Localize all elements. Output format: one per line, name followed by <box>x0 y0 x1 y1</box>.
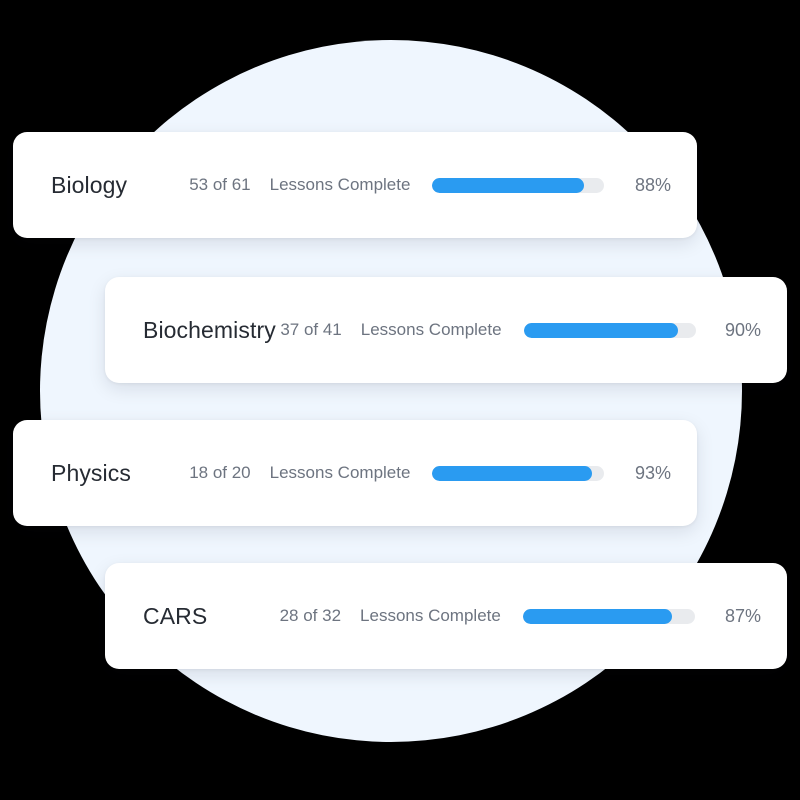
lessons-count: 28 of 32 <box>279 606 342 625</box>
lessons-complete-label: Lessons Complete <box>269 175 411 194</box>
card-row: Biochemistry 37 of 41 Lessons Complete 9… <box>143 317 761 344</box>
lessons-complete-label: Lessons Complete <box>269 463 411 482</box>
subject-title: Physics <box>51 459 131 486</box>
course-progress-card[interactable]: Biochemistry 37 of 41 Lessons Complete 9… <box>105 277 787 383</box>
progress-percent-label: 90% <box>724 319 761 340</box>
course-progress-card[interactable]: Physics 18 of 20 Lessons Complete 93% <box>13 420 697 526</box>
progress-bar-track <box>522 608 695 624</box>
course-progress-card[interactable]: Biology 53 of 61 Lessons Complete 88% <box>13 132 697 238</box>
card-row: Physics 18 of 20 Lessons Complete 93% <box>51 460 671 487</box>
lessons-count: 53 of 61 <box>189 175 251 194</box>
subject-title: Biology <box>51 171 128 198</box>
progress-bar-fill <box>523 322 679 338</box>
lessons-count: 37 of 41 <box>280 320 342 339</box>
lessons-complete-label: Lessons Complete <box>360 606 501 625</box>
course-progress-card[interactable]: CARS 28 of 32 Lessons Complete 87% <box>105 563 787 669</box>
lessons-complete-label: Lessons Complete <box>360 320 502 339</box>
progress-percent-label: 93% <box>634 462 671 483</box>
progress-percent-label: 87% <box>724 605 761 626</box>
card-row: Biology 53 of 61 Lessons Complete 88% <box>51 172 671 199</box>
progress-bar-track <box>432 465 605 481</box>
progress-bar-track <box>523 322 696 338</box>
progress-bar-fill <box>432 177 584 193</box>
subject-title: Biochemistry <box>143 316 276 343</box>
progress-bar-fill <box>432 465 593 481</box>
lessons-count: 18 of 20 <box>189 463 251 482</box>
subject-title: CARS <box>143 602 208 629</box>
progress-bar-track <box>432 177 605 193</box>
progress-bar-fill <box>522 608 673 624</box>
progress-percent-label: 88% <box>634 174 671 195</box>
course-progress-panel: Biology 53 of 61 Lessons Complete 88% Bi… <box>0 0 800 800</box>
card-row: CARS 28 of 32 Lessons Complete 87% <box>143 603 761 630</box>
